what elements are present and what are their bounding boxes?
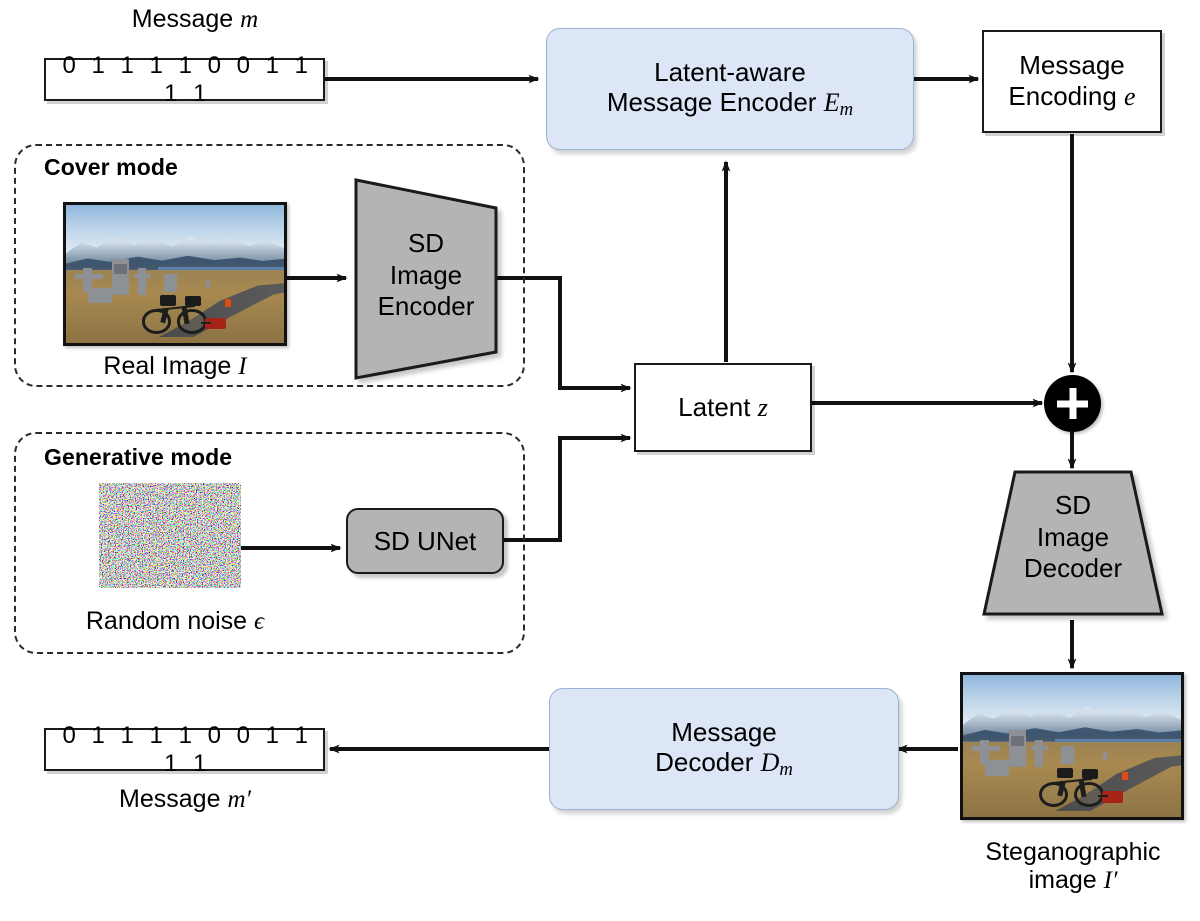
decoder-subscript: m <box>779 759 793 781</box>
random-noise-caption-symbol: ϵ <box>254 608 265 635</box>
message-out-caption: Message m′ <box>60 785 310 814</box>
decoder-line2: Decoder <box>655 747 754 778</box>
message-decoder-block: Message Decoder Dm <box>549 688 899 810</box>
real-image-caption: Real Image I <box>55 352 295 381</box>
steg-caption-prime: ′ <box>1111 867 1118 894</box>
message-encoding-line2: Encoding <box>1008 81 1117 111</box>
encoder-block-text: Latent-aware Message Encoder Em <box>607 57 853 122</box>
steg-caption-line2-symbol: I′ <box>1103 867 1118 894</box>
latent-z-label-symbol: z <box>757 392 768 422</box>
sd-unet-label: SD UNet <box>373 525 477 556</box>
sd-image-decoder-block: SD Image Decoder <box>978 468 1168 624</box>
steg-caption-line1: Steganographic <box>985 838 1161 866</box>
decoder-block-text: Message Decoder Dm <box>655 717 793 782</box>
encoder-line1: Latent-aware <box>654 56 806 87</box>
real-image-caption-prefix: Real Image <box>103 352 232 380</box>
generative-mode-title: Generative mode <box>44 444 233 470</box>
sd-image-encoder-shape <box>354 178 498 380</box>
message-in-bits: 0 1 1 1 1 0 0 1 1 1 1 <box>62 51 313 107</box>
steganographic-image-caption: Steganographic image I′ <box>940 838 1200 895</box>
random-noise-image <box>99 483 241 588</box>
latent-z-label: Latent z <box>678 392 768 424</box>
real-image-caption-symbol: I <box>238 353 247 380</box>
encoder-subscript: m <box>839 99 854 121</box>
message-out-caption-prefix: Message <box>119 785 221 813</box>
message-encoding-block: Message Encoding e <box>982 30 1162 133</box>
steganographic-image-photo <box>960 672 1184 820</box>
random-noise-caption: Random noise ϵ <box>55 607 295 636</box>
adder-node: + <box>1044 375 1101 432</box>
encoder-symbol: E <box>823 88 840 118</box>
latent-aware-message-encoder-block: Latent-aware Message Encoder Em <box>546 28 914 150</box>
message-in-caption-symbol: m <box>240 6 259 33</box>
message-in-caption-prefix: Message <box>131 5 234 33</box>
decoder-line1: Message <box>671 716 777 747</box>
cover-mode-title: Cover mode <box>44 154 178 180</box>
steg-caption-line2-prefix: image <box>1028 866 1097 894</box>
message-out-caption-symbol: m′ <box>227 786 251 813</box>
latent-z-block: Latent z <box>634 363 812 452</box>
message-out-caption-prime: ′ <box>245 786 251 813</box>
diagram-canvas: Message m 0 1 1 1 1 0 0 1 1 1 1 Latent-a… <box>0 0 1200 921</box>
sd-image-decoder-shape <box>982 470 1164 616</box>
message-in-caption: Message m <box>70 5 320 34</box>
message-encoding-symbol: e <box>1124 82 1136 111</box>
sd-image-encoder-block: SD Image Encoder <box>348 176 504 382</box>
encoder-line2: Message Encoder <box>606 87 817 118</box>
message-in-bitstring-box: 0 1 1 1 1 0 0 1 1 1 1 <box>44 52 325 107</box>
real-image-photo <box>63 202 287 346</box>
latent-z-label-prefix: Latent <box>678 391 751 422</box>
message-encoding-line1: Message <box>1019 50 1125 81</box>
random-noise-caption-prefix: Random noise <box>85 607 248 635</box>
sd-unet-block: SD UNet <box>346 508 504 574</box>
message-out-bits: 0 1 1 1 1 0 0 1 1 1 1 <box>62 721 313 777</box>
message-encoding-text: Message Encoding e <box>1008 50 1135 112</box>
decoder-symbol: D <box>760 748 780 778</box>
message-out-bitstring-box: 0 1 1 1 1 0 0 1 1 1 1 <box>44 722 325 777</box>
random-noise-pattern <box>99 483 241 588</box>
